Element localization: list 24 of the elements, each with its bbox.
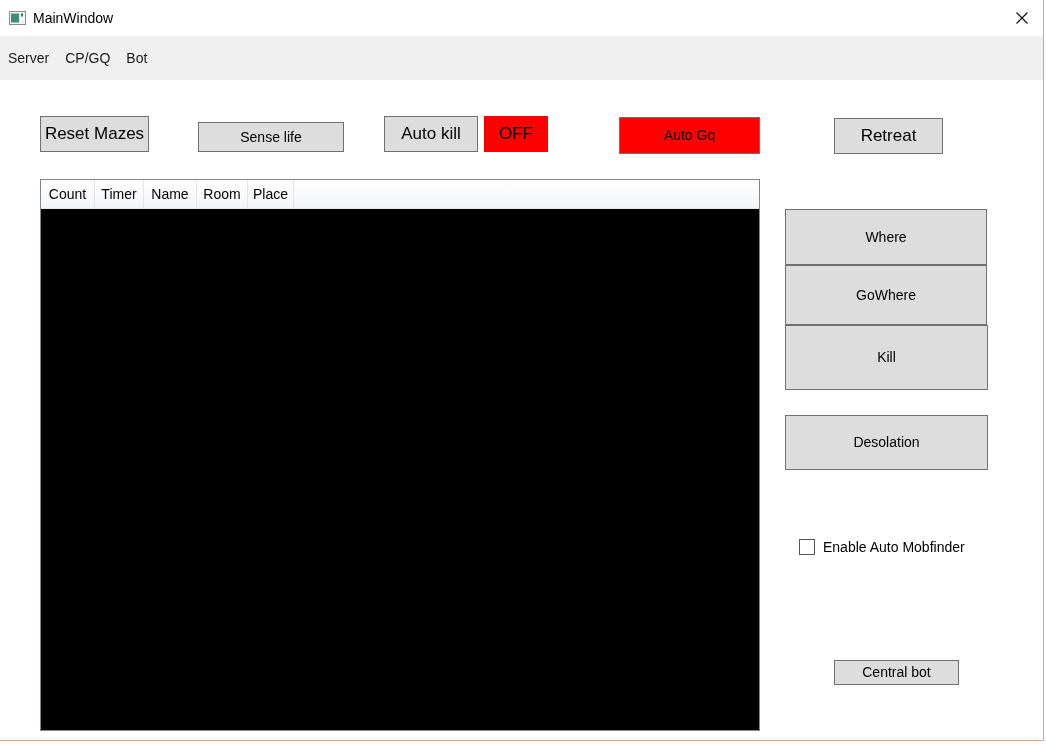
menu-item[interactable]: Bot: [118, 47, 156, 69]
side-button[interactable]: Desolation: [785, 415, 988, 470]
column-header[interactable]: Place: [248, 180, 294, 208]
column-header[interactable]: Name: [144, 180, 197, 208]
checkbox-label[interactable]: Enable Auto Mobfinder: [823, 536, 965, 558]
menu-item[interactable]: CP/GQ: [57, 47, 119, 69]
central-bot-button[interactable]: Central bot: [834, 660, 959, 685]
toolbar-button[interactable]: Reset Mazes: [40, 116, 149, 152]
window-title: MainWindow: [33, 11, 114, 25]
side-button[interactable]: Kill: [785, 325, 988, 390]
status-label: OFF: [484, 116, 548, 152]
toolbar-button[interactable]: Retreat: [834, 118, 943, 154]
side-button[interactable]: GoWhere: [785, 265, 987, 325]
checkbox[interactable]: [799, 539, 815, 555]
column-header[interactable]: Count: [41, 180, 95, 208]
column-header[interactable]: Timer: [95, 180, 144, 208]
toolbar-button[interactable]: Auto kill: [384, 116, 478, 152]
window-app-icon: [9, 11, 26, 25]
toolbar-button[interactable]: Sense life: [198, 122, 344, 152]
toggle-button[interactable]: Auto Gq: [619, 117, 760, 154]
column-header[interactable]: Room: [197, 180, 248, 208]
menu-item[interactable]: Server: [0, 47, 58, 69]
close-icon[interactable]: [1016, 12, 1028, 24]
side-button[interactable]: Where: [785, 209, 987, 265]
